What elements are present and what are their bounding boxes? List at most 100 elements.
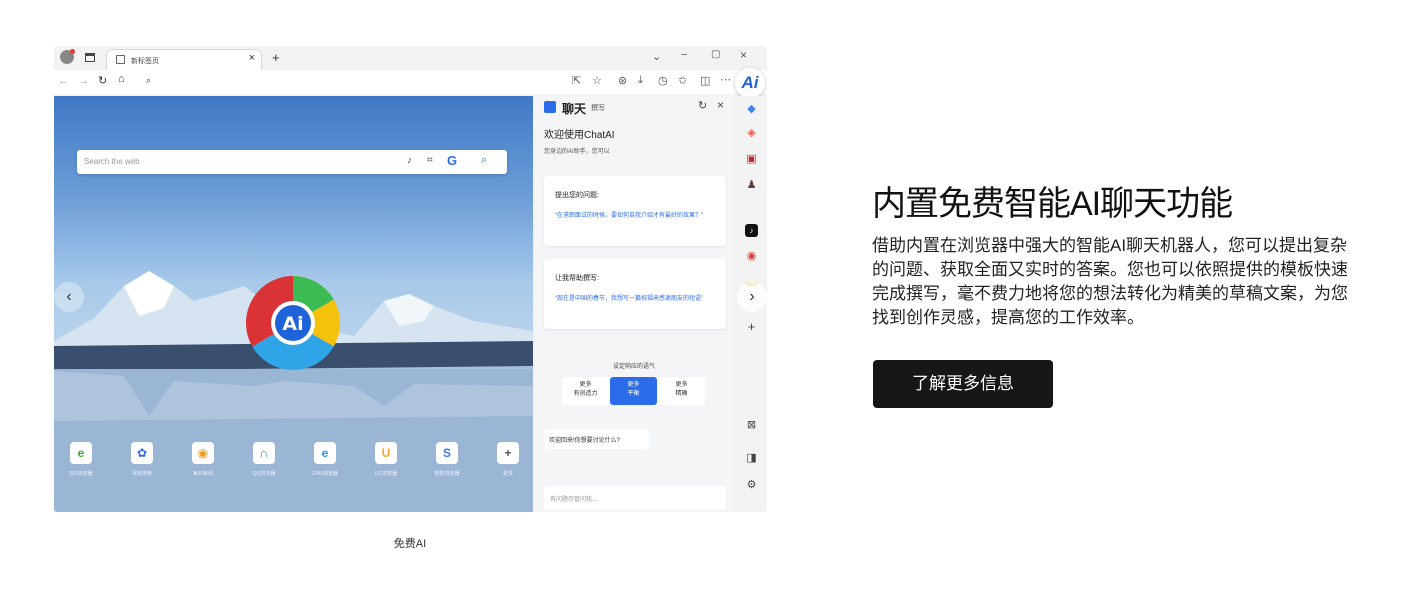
tone-option[interactable]: 更多 平衡 [610, 377, 657, 405]
shortcut-label: 每日新闻 [192, 471, 213, 477]
card-write-body: “现在是中国的春节，我想写一篇祝福来感谢朋友的短语” [555, 296, 703, 302]
shortcut-icon: S [436, 442, 458, 464]
office-icon[interactable]: ◈ [745, 127, 758, 140]
shortcut-label: 搜狗浏览器 [434, 471, 460, 477]
search-submit-icon[interactable]: ⌕ [481, 154, 487, 167]
svg-text:Ai: Ai [282, 313, 303, 335]
welcome-subtitle: 您身边的AI助手，您可以 [544, 149, 610, 155]
more-menu-icon[interactable]: ⋯ [720, 73, 731, 86]
card-ask-title: 提出您的问题: [555, 192, 599, 199]
page-icon [116, 55, 125, 64]
new-tab-icon[interactable]: + [272, 50, 280, 65]
toolbox-icon[interactable]: ▣ [745, 153, 758, 166]
shortcut-icon: U [375, 442, 397, 464]
tone-option-line1: 更多 [627, 382, 640, 388]
back-icon[interactable]: ← [58, 75, 69, 87]
shortcut-label: 2345浏览器 [311, 471, 339, 477]
restore-icon[interactable]: ▢ [711, 49, 720, 60]
screenshot-icon[interactable]: ⊠ [745, 419, 758, 432]
shortcut-icon: e [314, 442, 336, 464]
sidebar-toggle-icon[interactable]: ◨ [745, 452, 758, 465]
refresh-icon[interactable]: ↻ [698, 99, 707, 112]
shortcut-icon: ◉ [192, 442, 214, 464]
settings-gear-icon[interactable]: ⚙ [745, 479, 758, 492]
prompt-card-ask[interactable]: 提出您的问题: “在求职面试的时候，要如何自我介绍才有最好的效果？” [544, 176, 726, 246]
shortcut-tile[interactable]: ✿ 百度搜索 [122, 442, 162, 477]
weibo-icon[interactable]: ◉ [745, 250, 758, 263]
star-icon[interactable]: ☆ [592, 74, 602, 87]
card-ask-body: “在求职面试的时候，要如何自我介绍才有最好的效果？” [555, 213, 703, 219]
shortcut-tile[interactable]: U UC浏览器 [366, 442, 406, 477]
tone-option-line1: 更多 [675, 382, 688, 388]
collections-icon[interactable]: ◫ [700, 74, 710, 87]
google-icon[interactable]: G [447, 153, 457, 168]
tiktok-icon[interactable]: ♪ [745, 224, 758, 237]
chevron-down-icon[interactable]: ⌄ [652, 50, 661, 63]
tab-chat[interactable]: 聊天 [562, 100, 586, 117]
prompt-card-write[interactable]: 让我帮助撰写: “现在是中国的春节，我想写一篇祝福来感谢朋友的短语” [544, 259, 726, 329]
tone-option[interactable]: 更多 精确 [658, 377, 705, 405]
shortcut-tile[interactable]: e 360浏览器 [61, 442, 101, 477]
tone-option-line2: 平衡 [627, 391, 640, 397]
tone-option[interactable]: 更多 有创造力 [562, 377, 609, 405]
web-search-box[interactable]: Search the web ♪ ⌗ G ⌕ [77, 150, 507, 174]
tone-option-line1: 更多 [579, 382, 592, 388]
notification-dot-icon [70, 49, 75, 54]
shortcut-tile[interactable]: S 搜狗浏览器 [427, 442, 467, 477]
tab-actions-icon[interactable] [85, 53, 95, 62]
feature-title: 内置免费智能AI聊天功能 [872, 185, 1233, 223]
browser-screenshot: 新标签页 × + ⌄ − ▢ × ← → ↻ ⌂ ⌕ ⇱ ☆ ⊛ ⤓ ◷ ✩ ◫… [54, 46, 767, 512]
shortcut-tile[interactable]: ◉ 每日新闻 [183, 442, 223, 477]
tag-icon[interactable]: ◆ [745, 103, 758, 116]
history-icon[interactable]: ◷ [658, 74, 668, 87]
carousel-next-icon[interactable]: › [737, 282, 767, 312]
shortcut-icon: ✿ [131, 442, 153, 464]
close-panel-icon[interactable]: × [717, 98, 724, 112]
shortcut-icon: ∩ [253, 442, 275, 464]
tab-title: 新标签页 [131, 58, 159, 65]
shortcut-tile[interactable]: e 2345浏览器 [305, 442, 345, 477]
browser-logo-icon: Ai [246, 276, 340, 370]
close-window-icon[interactable]: × [740, 48, 747, 62]
tab-bar: 新标签页 × + ⌄ − ▢ × [54, 46, 767, 70]
tone-option-line2: 有创造力 [573, 391, 598, 397]
tone-selector: 更多 有创造力 更多 平衡 更多 精确 [562, 377, 705, 405]
ai-logo-icon[interactable]: Ai [735, 68, 765, 98]
shortcut-tile[interactable]: ∩ QQ浏览器 [244, 442, 284, 477]
chat-panel: 聊天 撰写 ↻ × 欢迎使用ChatAI 您身边的AI助手，您可以 提出您的问题… [535, 96, 733, 512]
forward-icon[interactable]: → [78, 75, 89, 87]
tab-write[interactable]: 撰写 [591, 103, 605, 113]
new-tab-page: Search the web ♪ ⌗ G ⌕ ‹ Ai e 360浏览器 ✿ 百度搜索… [54, 96, 533, 512]
add-app-icon[interactable]: + [745, 320, 758, 333]
search-icon: ⌕ [146, 75, 152, 85]
close-tab-icon[interactable]: × [249, 52, 255, 64]
shortcut-tile[interactable]: + 更多 [488, 442, 528, 477]
tab-new-tab[interactable]: 新标签页 × [106, 49, 262, 70]
download-icon[interactable]: ⤓ [638, 74, 643, 87]
greeting-text: 欢迎回来!你想要讨论什么? [549, 438, 621, 444]
chat-tab-icon [544, 101, 556, 113]
chat-input-placeholder: 有问题尽管问我... [550, 497, 598, 503]
favorites-icon[interactable]: ✩ [678, 74, 687, 87]
shortcut-label: QQ浏览器 [252, 471, 276, 477]
share-icon[interactable]: ⇱ [572, 74, 581, 87]
assistant-greeting: 欢迎回来!你想要讨论什么? [544, 429, 649, 449]
shortcut-label: 百度搜索 [131, 471, 152, 477]
chat-input[interactable]: 有问题尽管问我... [544, 486, 726, 510]
card-write-title: 让我帮助撰写: [555, 275, 599, 282]
carousel-prev-icon[interactable]: ‹ [54, 282, 84, 312]
shortcut-label: 更多 [502, 471, 513, 477]
reload-icon[interactable]: ↻ [98, 74, 107, 87]
image-caption: 免费AI [393, 538, 427, 550]
shortcut-icon: + [497, 442, 519, 464]
visual-search-icon[interactable]: ⌗ [427, 155, 433, 166]
minimize-icon[interactable]: − [681, 49, 687, 61]
home-icon[interactable]: ⌂ [118, 73, 125, 85]
learn-more-button[interactable]: 了解更多信息 [873, 360, 1053, 408]
games-icon[interactable]: ♟ [745, 179, 758, 192]
extension-icon[interactable]: ⊛ [618, 74, 627, 87]
tone-option-line2: 精确 [675, 391, 688, 397]
feature-description: 借助内置在浏览器中强大的智能AI聊天机器人，您可以提出复杂的问题、获取全面又实时… [872, 236, 1348, 327]
microphone-icon[interactable]: ♪ [407, 155, 412, 166]
shortcut-label: UC浏览器 [374, 471, 398, 477]
